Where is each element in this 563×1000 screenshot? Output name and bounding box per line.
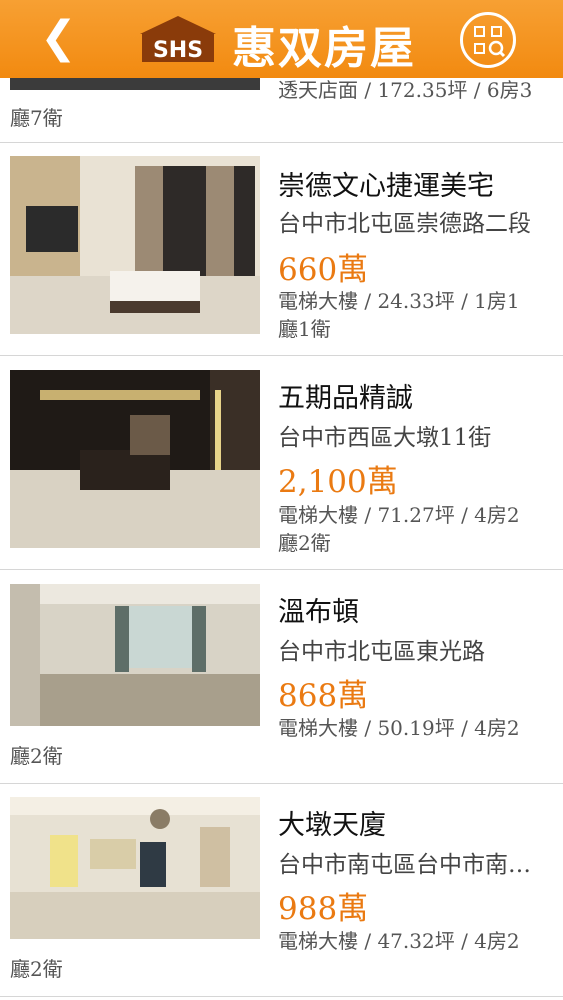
- listing-title: 崇德文心捷運美宅: [278, 171, 494, 202]
- listing-address: 台中市北屯區崇德路二段: [278, 211, 531, 237]
- list-item[interactable]: 透天店面 / 172.35坪 / 6房3 廳7衛: [0, 72, 563, 143]
- logo-text: SHS: [153, 38, 203, 63]
- listing-spec-cont: 廳1衛: [278, 317, 331, 341]
- listing-price: 868萬: [278, 678, 369, 714]
- listing-photo: [10, 370, 260, 548]
- listing-title: 溫布頓: [278, 597, 359, 628]
- listing-spec: 電梯大樓 / 50.19坪 / 4房2: [278, 716, 520, 740]
- listing-spec: 電梯大樓 / 71.27坪 / 4房2: [278, 503, 520, 527]
- listing-price: 2,100萬: [278, 464, 398, 500]
- listing-spec: 透天店面 / 172.35坪 / 6房3: [278, 78, 533, 102]
- app-header: ❮ SHS 惠双房屋: [0, 0, 563, 78]
- list-item[interactable]: 五期品精誠 台中市西區大墩11街 2,100萬 電梯大樓 / 71.27坪 / …: [0, 356, 563, 570]
- list-item[interactable]: 大墩天廈 台中市南屯區台中市南… 988萬 電梯大樓 / 47.32坪 / 4房…: [0, 783, 563, 997]
- qr-scan-icon[interactable]: [460, 12, 516, 68]
- app-title: 惠双房屋: [232, 23, 416, 74]
- listing-photo: [10, 156, 260, 334]
- listing-title: 五期品精誠: [278, 383, 413, 414]
- listing-address: 台中市南屯區台中市南…: [278, 852, 531, 878]
- listing-title: 大墩天廈: [278, 810, 386, 841]
- listing-spec-cont: 廳2衛: [10, 744, 63, 768]
- listing-photo: [10, 797, 260, 939]
- back-chevron-icon[interactable]: ❮: [40, 16, 77, 60]
- list-item[interactable]: 崇德文心捷運美宅 台中市北屯區崇德路二段 660萬 電梯大樓 / 24.33坪 …: [0, 142, 563, 356]
- listing-photo: [10, 584, 260, 726]
- listing-address: 台中市北屯區東光路: [278, 639, 485, 665]
- listing-spec: 電梯大樓 / 47.32坪 / 4房2: [278, 929, 520, 953]
- listing-address: 台中市西區大墩11街: [278, 425, 492, 451]
- listing-price: 988萬: [278, 891, 369, 927]
- house-logo-icon: SHS: [140, 16, 216, 63]
- listing-spec: 電梯大樓 / 24.33坪 / 1房1: [278, 289, 520, 313]
- listing-price: 660萬: [278, 252, 369, 288]
- listing-spec-cont: 廳7衛: [10, 106, 63, 130]
- listing-spec-cont: 廳2衛: [10, 957, 63, 981]
- list-item[interactable]: 溫布頓 台中市北屯區東光路 868萬 電梯大樓 / 50.19坪 / 4房2 廳…: [0, 570, 563, 784]
- listing-spec-cont: 廳2衛: [278, 531, 331, 555]
